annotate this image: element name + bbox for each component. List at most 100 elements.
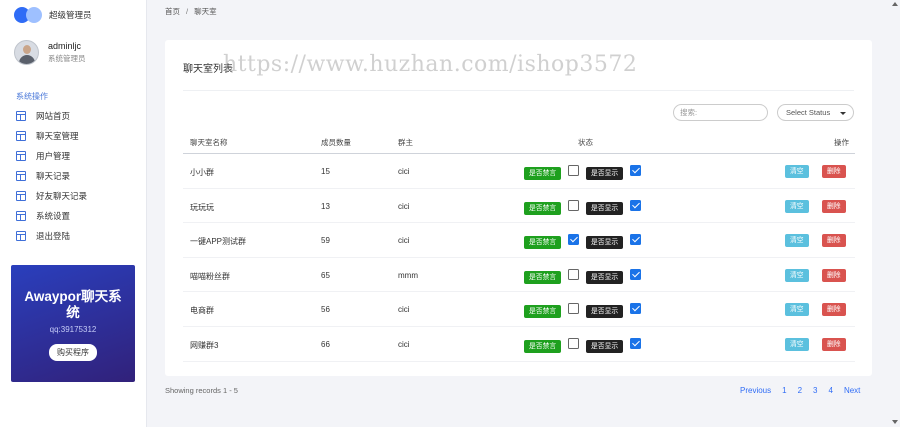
show-toggle-button[interactable]: 是否显示 <box>586 270 624 284</box>
breadcrumb-home[interactable]: 首页 <box>165 7 180 16</box>
clear-button[interactable]: 清空 <box>785 268 809 282</box>
table-icon <box>16 131 26 141</box>
mute-toggle-button[interactable]: 是否禁言 <box>524 167 562 180</box>
header-owner: 群主 <box>398 138 413 147</box>
member-count: 13 <box>321 201 330 211</box>
show-checkbox[interactable] <box>630 337 641 349</box>
scroll-up-icon[interactable] <box>892 2 898 6</box>
records-info: Showing records 1 - 5 <box>165 386 238 395</box>
table-body: 小小群 15 cici 是否禁言 是否显示 清空 删除 玩玩玩 13 cici 是否禁言 是否显示 清空… <box>183 154 855 362</box>
sidebar-item-chat-records[interactable]: 聊天记录 <box>16 166 87 186</box>
clear-button[interactable]: 清空 <box>785 165 809 178</box>
member-count: 15 <box>321 167 330 176</box>
menu-section-title: 系统操作 <box>16 92 48 101</box>
pagination-page-2[interactable]: 2 <box>798 386 802 395</box>
chatroom-name: 一键APP测试群 <box>190 237 247 247</box>
owner-name: cici <box>398 305 410 315</box>
show-toggle-button[interactable]: 是否显示 <box>586 339 624 353</box>
owner-name: cici <box>398 236 410 246</box>
delete-button[interactable]: 删除 <box>822 268 846 282</box>
clear-button[interactable]: 清空 <box>785 234 809 248</box>
owner-name: cici <box>398 339 410 349</box>
clear-button[interactable]: 清空 <box>785 303 809 317</box>
pagination-previous[interactable]: Previous <box>740 386 771 395</box>
pagination: Previous 1 2 3 4 Next <box>740 386 860 395</box>
show-checkbox[interactable] <box>630 165 641 176</box>
breadcrumb-separator: / <box>186 7 189 16</box>
brand-logo-icon <box>14 7 42 23</box>
search-input[interactable] <box>673 104 768 121</box>
breadcrumb: 首页 / 聊天室 <box>165 6 217 17</box>
breadcrumb-current: 聊天室 <box>194 7 217 16</box>
header-actions: 操作 <box>834 138 849 147</box>
mute-checkbox[interactable] <box>568 303 579 315</box>
header-members: 成员数量 <box>321 138 351 147</box>
delete-button[interactable]: 删除 <box>822 234 846 248</box>
scroll-down-icon[interactable] <box>892 420 898 424</box>
delete-button[interactable]: 删除 <box>822 165 846 178</box>
mute-checkbox[interactable] <box>568 337 579 349</box>
sidebar-item-system-settings[interactable]: 系统设置 <box>16 206 87 226</box>
pagination-page-1[interactable]: 1 <box>782 386 786 395</box>
chatroom-name: 网赚群3 <box>190 340 219 350</box>
brand[interactable]: 超级管理员 <box>14 7 92 23</box>
user-profile[interactable]: adminljc 系统管理员 <box>14 40 86 65</box>
show-toggle-button[interactable]: 是否显示 <box>586 201 624 215</box>
promo-title: Awaypor聊天系统 <box>24 289 122 320</box>
clear-button[interactable]: 清空 <box>785 337 809 351</box>
owner-name: cici <box>398 201 410 211</box>
mute-checkbox[interactable] <box>568 234 579 246</box>
pagination-page-4[interactable]: 4 <box>828 386 832 395</box>
sidebar-item-chatroom-management[interactable]: 聊天室管理 <box>16 126 87 146</box>
member-count: 56 <box>321 305 330 315</box>
sidebar-item-label: 系统设置 <box>36 211 71 221</box>
caret-down-icon <box>840 112 846 115</box>
table-icon <box>16 231 26 241</box>
show-checkbox[interactable] <box>630 268 641 280</box>
sidebar-item-label: 用户管理 <box>36 151 71 161</box>
clear-button[interactable]: 清空 <box>785 199 809 213</box>
sidebar-item-home[interactable]: 网站首页 <box>16 106 87 126</box>
sidebar: 超级管理员 adminljc 系统管理员 系统操作 网站首页 聊天室管理 用户管… <box>0 0 147 427</box>
chatroom-name: 电商群 <box>190 306 214 316</box>
sidebar-item-label: 聊天记录 <box>36 171 71 181</box>
sidebar-item-logout[interactable]: 退出登陆 <box>16 226 87 246</box>
buy-program-button[interactable]: 购买程序 <box>49 344 97 361</box>
delete-button[interactable]: 删除 <box>822 199 846 213</box>
mute-toggle-button[interactable]: 是否禁言 <box>524 236 562 250</box>
show-toggle-button[interactable]: 是否显示 <box>586 305 624 319</box>
profile-role: 系统管理员 <box>48 54 86 63</box>
avatar <box>14 40 39 65</box>
sidebar-item-user-management[interactable]: 用户管理 <box>16 146 87 166</box>
show-checkbox[interactable] <box>630 303 641 315</box>
show-checkbox[interactable] <box>630 234 641 246</box>
sidebar-item-label: 网站首页 <box>36 111 71 121</box>
mute-toggle-button[interactable]: 是否禁言 <box>524 201 562 215</box>
show-checkbox[interactable] <box>630 199 641 211</box>
table-header: 聊天室名称 成员数量 群主 状态 操作 <box>183 132 855 154</box>
header-status: 状态 <box>578 138 593 147</box>
mute-checkbox[interactable] <box>568 165 579 176</box>
mute-toggle-button[interactable]: 是否禁言 <box>524 339 562 353</box>
mute-checkbox[interactable] <box>568 268 579 280</box>
show-toggle-button[interactable]: 是否显示 <box>586 167 624 180</box>
status-select[interactable]: Select Status <box>777 104 854 121</box>
mute-toggle-button[interactable]: 是否禁言 <box>524 270 562 284</box>
table-icon <box>16 151 26 161</box>
member-count: 66 <box>321 339 330 349</box>
show-toggle-button[interactable]: 是否显示 <box>586 236 624 250</box>
pagination-page-3[interactable]: 3 <box>813 386 817 395</box>
watermark: https://www.huzhan.com/ishop3572 <box>223 52 638 77</box>
sidebar-menu: 网站首页 聊天室管理 用户管理 聊天记录 好友聊天记录 系统设置 退出登陆 <box>16 106 87 246</box>
pagination-next[interactable]: Next <box>844 386 860 395</box>
mute-toggle-button[interactable]: 是否禁言 <box>524 305 562 319</box>
owner-name: mmm <box>398 270 418 280</box>
sidebar-item-friend-chat-records[interactable]: 好友聊天记录 <box>16 186 87 206</box>
delete-button[interactable]: 删除 <box>822 303 846 317</box>
member-count: 59 <box>321 236 330 246</box>
mute-checkbox[interactable] <box>568 199 579 211</box>
table-icon <box>16 211 26 221</box>
promo-banner: Awaypor聊天系统 qq:39175312 购买程序 <box>11 265 135 382</box>
delete-button[interactable]: 删除 <box>822 337 846 351</box>
sidebar-item-label: 退出登陆 <box>36 231 71 241</box>
